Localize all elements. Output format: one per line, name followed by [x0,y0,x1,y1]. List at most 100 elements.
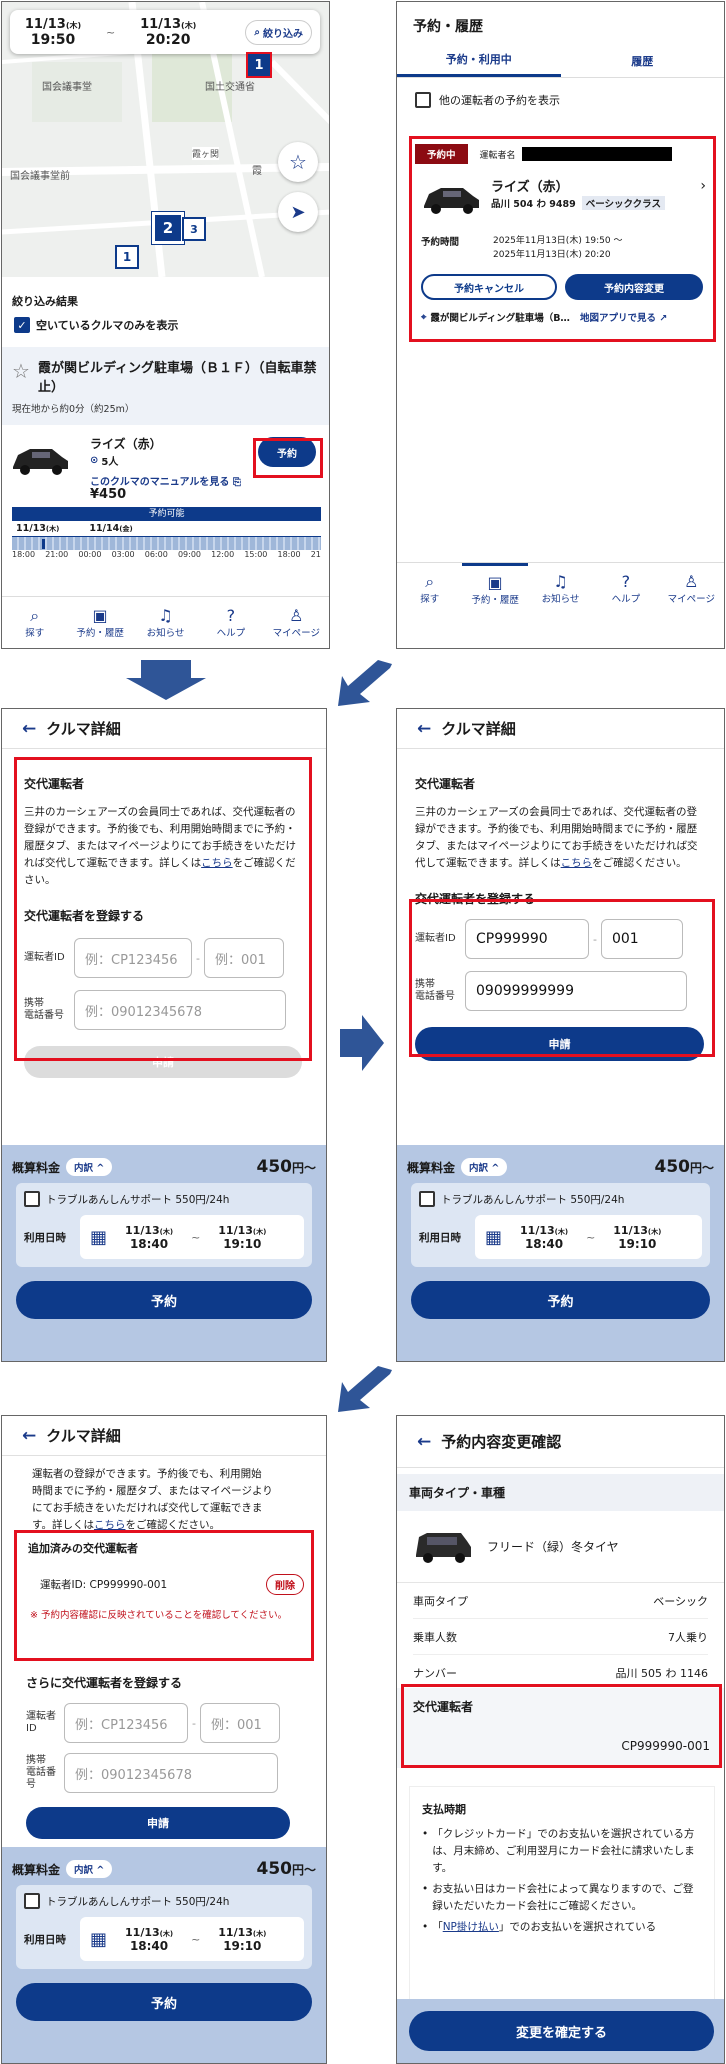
price-label: 概算料金 [12,1160,61,1175]
nav-label: 探す [25,627,45,639]
dow-text: (木) [554,1227,569,1236]
confirm-change-button[interactable]: 変更を確定する [409,2011,714,2051]
date-text: 11/13 [520,1223,555,1237]
checkbox[interactable] [24,1893,40,1909]
nav-search[interactable]: ⌕ 探す [397,563,462,614]
map-area[interactable]: 国会議事堂 国土交通省 霞ヶ関 国会議事堂前 霞 11/13(木) 19:50 … [2,2,329,277]
phone-label: 携帯 電話番号 [26,1755,64,1791]
use-date-label: 利用日時 [419,1231,461,1244]
date-text: 11/13 [140,16,182,32]
price-row: 概算料金 内訳 ^ 450円～ [2,1847,326,1885]
spec-value: 7人乗り [668,1630,708,1644]
checkbox[interactable] [24,1191,40,1207]
breakdown-toggle[interactable]: 内訳 ^ [66,1158,113,1176]
date-range-box[interactable]: 11/13(木) 19:50 ~ 11/13(木) 20:20 ⌕ 絞り込み [10,10,320,54]
page-title: クルマ詳細 [441,720,516,738]
breakdown-toggle[interactable]: 内訳 ^ [66,1860,113,1878]
map-label: 霞ヶ関 [192,147,220,160]
availability-bar: 予約可能 [12,507,321,521]
reserve-button[interactable]: 予約 [16,1983,312,2021]
use-date-picker[interactable]: ▦ 11/13(木) 18:40 ~ 11/13(木) 19:10 [475,1215,702,1259]
map-pin[interactable]: 3 [182,217,206,241]
highlight-box [14,1530,314,1661]
manual-link[interactable]: このクルマのマニュアルを見る ⎘ [90,473,241,488]
favorite-button[interactable]: ☆ [278,142,318,182]
breakdown-label: 内訳 [74,1865,94,1876]
use-date-picker[interactable]: ▦ 11/13(木) 18:40 ~ 11/13(木) 19:10 [80,1215,304,1259]
pin-label: 1 [122,250,132,264]
calendar-icon: ▦ [90,1226,108,1248]
section-desc: 三井のカーシェアーズの会員同士であれば、交代運転者の登録ができます。予約後でも、… [415,804,704,872]
nav-help[interactable]: ? ヘルプ [593,563,658,614]
spec-label: 乗車人数 [413,1630,457,1644]
capacity: ⊙ 5人 [90,453,118,468]
placeholder: 例：001 [210,1717,262,1733]
apply-button[interactable]: 申請 [26,1807,290,1839]
back-arrow-icon[interactable]: ← [417,1432,431,1452]
car-name: ライズ（赤） [90,437,162,451]
payment-text-part: 「 [432,1921,443,1933]
np-link[interactable]: NP掛け払い [443,1921,499,1933]
nav-mypage[interactable]: ♙ マイページ [659,563,724,614]
calendar-icon: ▦ [485,1226,503,1248]
payment-item: • お支払い日はカード会社によって異なりますので、ご登録いただいたカード会社にご確… [422,1881,702,1915]
timeline-strip[interactable] [12,536,321,550]
dow-text: (木) [252,1227,267,1236]
phone-input[interactable]: 例：09012345678 [64,1753,278,1793]
nav-reservations[interactable]: ▣ 予約・履歴 [462,563,528,614]
time-tick: 15:00 [244,550,268,559]
dow-text: (木) [45,525,60,533]
tilde: ~ [586,1230,596,1244]
nav-help[interactable]: ? ヘルプ [198,597,263,648]
filter-button[interactable]: ⌕ 絞り込み [245,19,312,45]
highlight-box [14,757,312,1061]
checkbox[interactable] [415,92,431,108]
station-card[interactable]: ☆ 霞が関ビルディング駐車場（Ｂ１Ｆ）（自転車禁止） 現在地から約0分（約25m… [2,347,329,425]
time-text: 19:10 [618,1236,657,1251]
breakdown-toggle[interactable]: 内訳 ^ [461,1158,508,1176]
panel-confirm-change: ← 予約内容変更確認 車両タイプ・車種 フリード（緑）冬タイヤ 車両タイプ ベーシッ… [396,1415,725,2064]
flow-arrow-diag [338,660,392,706]
tab-active[interactable]: 予約・利用中 [397,44,561,77]
dow-text: (木) [181,20,197,30]
nav-mypage[interactable]: ♙ マイページ [264,597,329,648]
use-date-picker[interactable]: ▦ 11/13(木) 18:40 ~ 11/13(木) 19:10 [80,1917,304,1961]
time-text: 18:40 [129,1938,169,1953]
driver-id-input[interactable]: 例：CP123456 [64,1703,188,1743]
tab-history[interactable]: 履歴 [561,44,725,77]
time-tick: 03:00 [111,550,135,559]
only-available-row[interactable]: ✓ 空いているクルマのみを表示 [2,313,329,337]
map-pin[interactable]: 2 [152,212,184,244]
show-others-row[interactable]: 他の運転者の予約を表示 [397,78,724,118]
checkbox-checked-icon[interactable]: ✓ [14,317,30,333]
star-icon[interactable]: ☆ [12,359,30,397]
nav-notices[interactable]: ♫ お知らせ [133,597,198,648]
time-text: 18:40 [524,1236,564,1251]
confirm-label: 変更を確定する [515,2025,607,2041]
to-date: 11/13(木) 19:10 [218,1926,266,1953]
spec-rows: 車両タイプ ベーシック 乗車人数 7人乗り ナンバー 品川 505 わ 1146 [397,1583,724,1691]
use-date-row: 利用日時 ▦ 11/13(木) 18:40 ~ 11/13(木) 19:10 [24,1917,304,1961]
support-row[interactable]: トラブルあんしんサポート 550円/24h [419,1191,702,1207]
reserve-button[interactable]: 予約 [16,1281,312,1319]
back-arrow-icon[interactable]: ← [417,719,431,739]
driver-id-suffix-input[interactable]: 例：001 [199,1703,280,1743]
details-link[interactable]: こちら [561,857,593,869]
reserve-button[interactable]: 予約 [411,1281,710,1319]
support-row[interactable]: トラブルあんしんサポート 550円/24h [24,1893,304,1909]
back-arrow-icon[interactable]: ← [22,719,36,739]
time-tick: 12:00 [211,550,235,559]
highlight-box [409,136,716,342]
payment-text: お支払い日はカード会社によって異なりますので、ご登録いただいたカード会社にご確認… [432,1883,694,1912]
back-arrow-icon[interactable]: ← [22,1426,36,1446]
map-pin[interactable]: 1 [246,52,272,78]
nav-search[interactable]: ⌕ 探す [2,597,67,648]
nav-reservations[interactable]: ▣ 予約・履歴 [67,597,132,648]
nav-notices[interactable]: ♫ お知らせ [528,563,593,614]
support-row[interactable]: トラブルあんしんサポート 550円/24h [24,1191,304,1207]
payment-text-part: 」でのお支払いを選択されている [498,1921,657,1933]
price-number: 450 [654,1157,690,1177]
map-pin[interactable]: 1 [115,245,139,269]
location-button[interactable]: ➤ [278,192,318,232]
checkbox[interactable] [419,1191,435,1207]
